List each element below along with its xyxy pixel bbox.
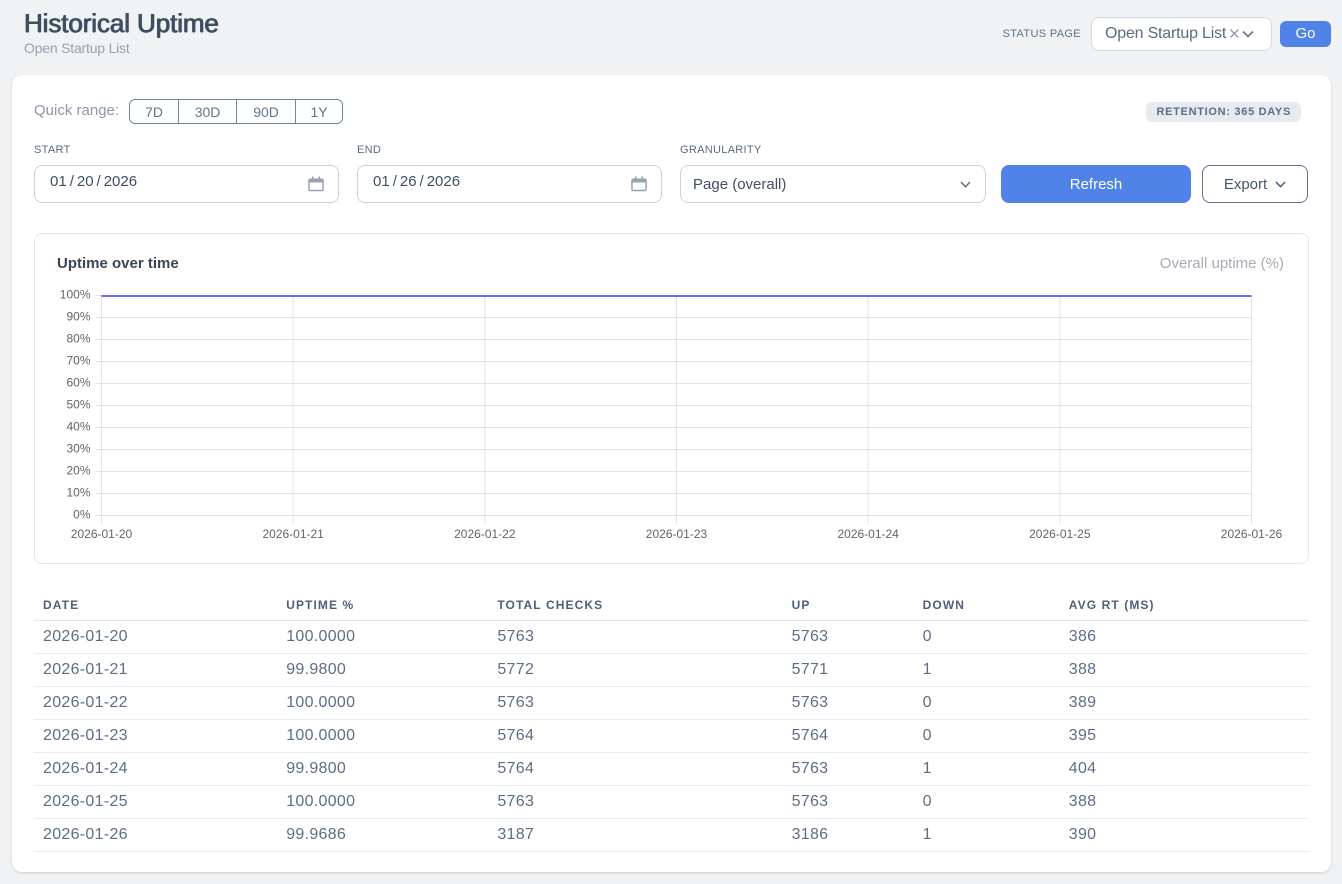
svg-text:2026-01-24: 2026-01-24 bbox=[837, 527, 899, 541]
svg-text:50%: 50% bbox=[66, 398, 90, 412]
svg-text:2026-01-22: 2026-01-22 bbox=[454, 527, 516, 541]
svg-text:0%: 0% bbox=[73, 508, 91, 522]
svg-text:90%: 90% bbox=[66, 310, 90, 324]
svg-text:70%: 70% bbox=[66, 354, 90, 368]
svg-text:2026-01-20: 2026-01-20 bbox=[71, 527, 133, 541]
svg-text:2026-01-25: 2026-01-25 bbox=[1029, 527, 1091, 541]
svg-text:40%: 40% bbox=[66, 420, 90, 434]
svg-text:2026-01-21: 2026-01-21 bbox=[262, 527, 324, 541]
svg-text:2026-01-23: 2026-01-23 bbox=[646, 527, 708, 541]
svg-text:30%: 30% bbox=[66, 442, 90, 456]
svg-text:100%: 100% bbox=[60, 288, 91, 302]
svg-text:20%: 20% bbox=[66, 464, 90, 478]
svg-text:2026-01-26: 2026-01-26 bbox=[1221, 527, 1283, 541]
svg-text:60%: 60% bbox=[66, 376, 90, 390]
svg-text:10%: 10% bbox=[66, 486, 90, 500]
svg-text:80%: 80% bbox=[66, 332, 90, 346]
